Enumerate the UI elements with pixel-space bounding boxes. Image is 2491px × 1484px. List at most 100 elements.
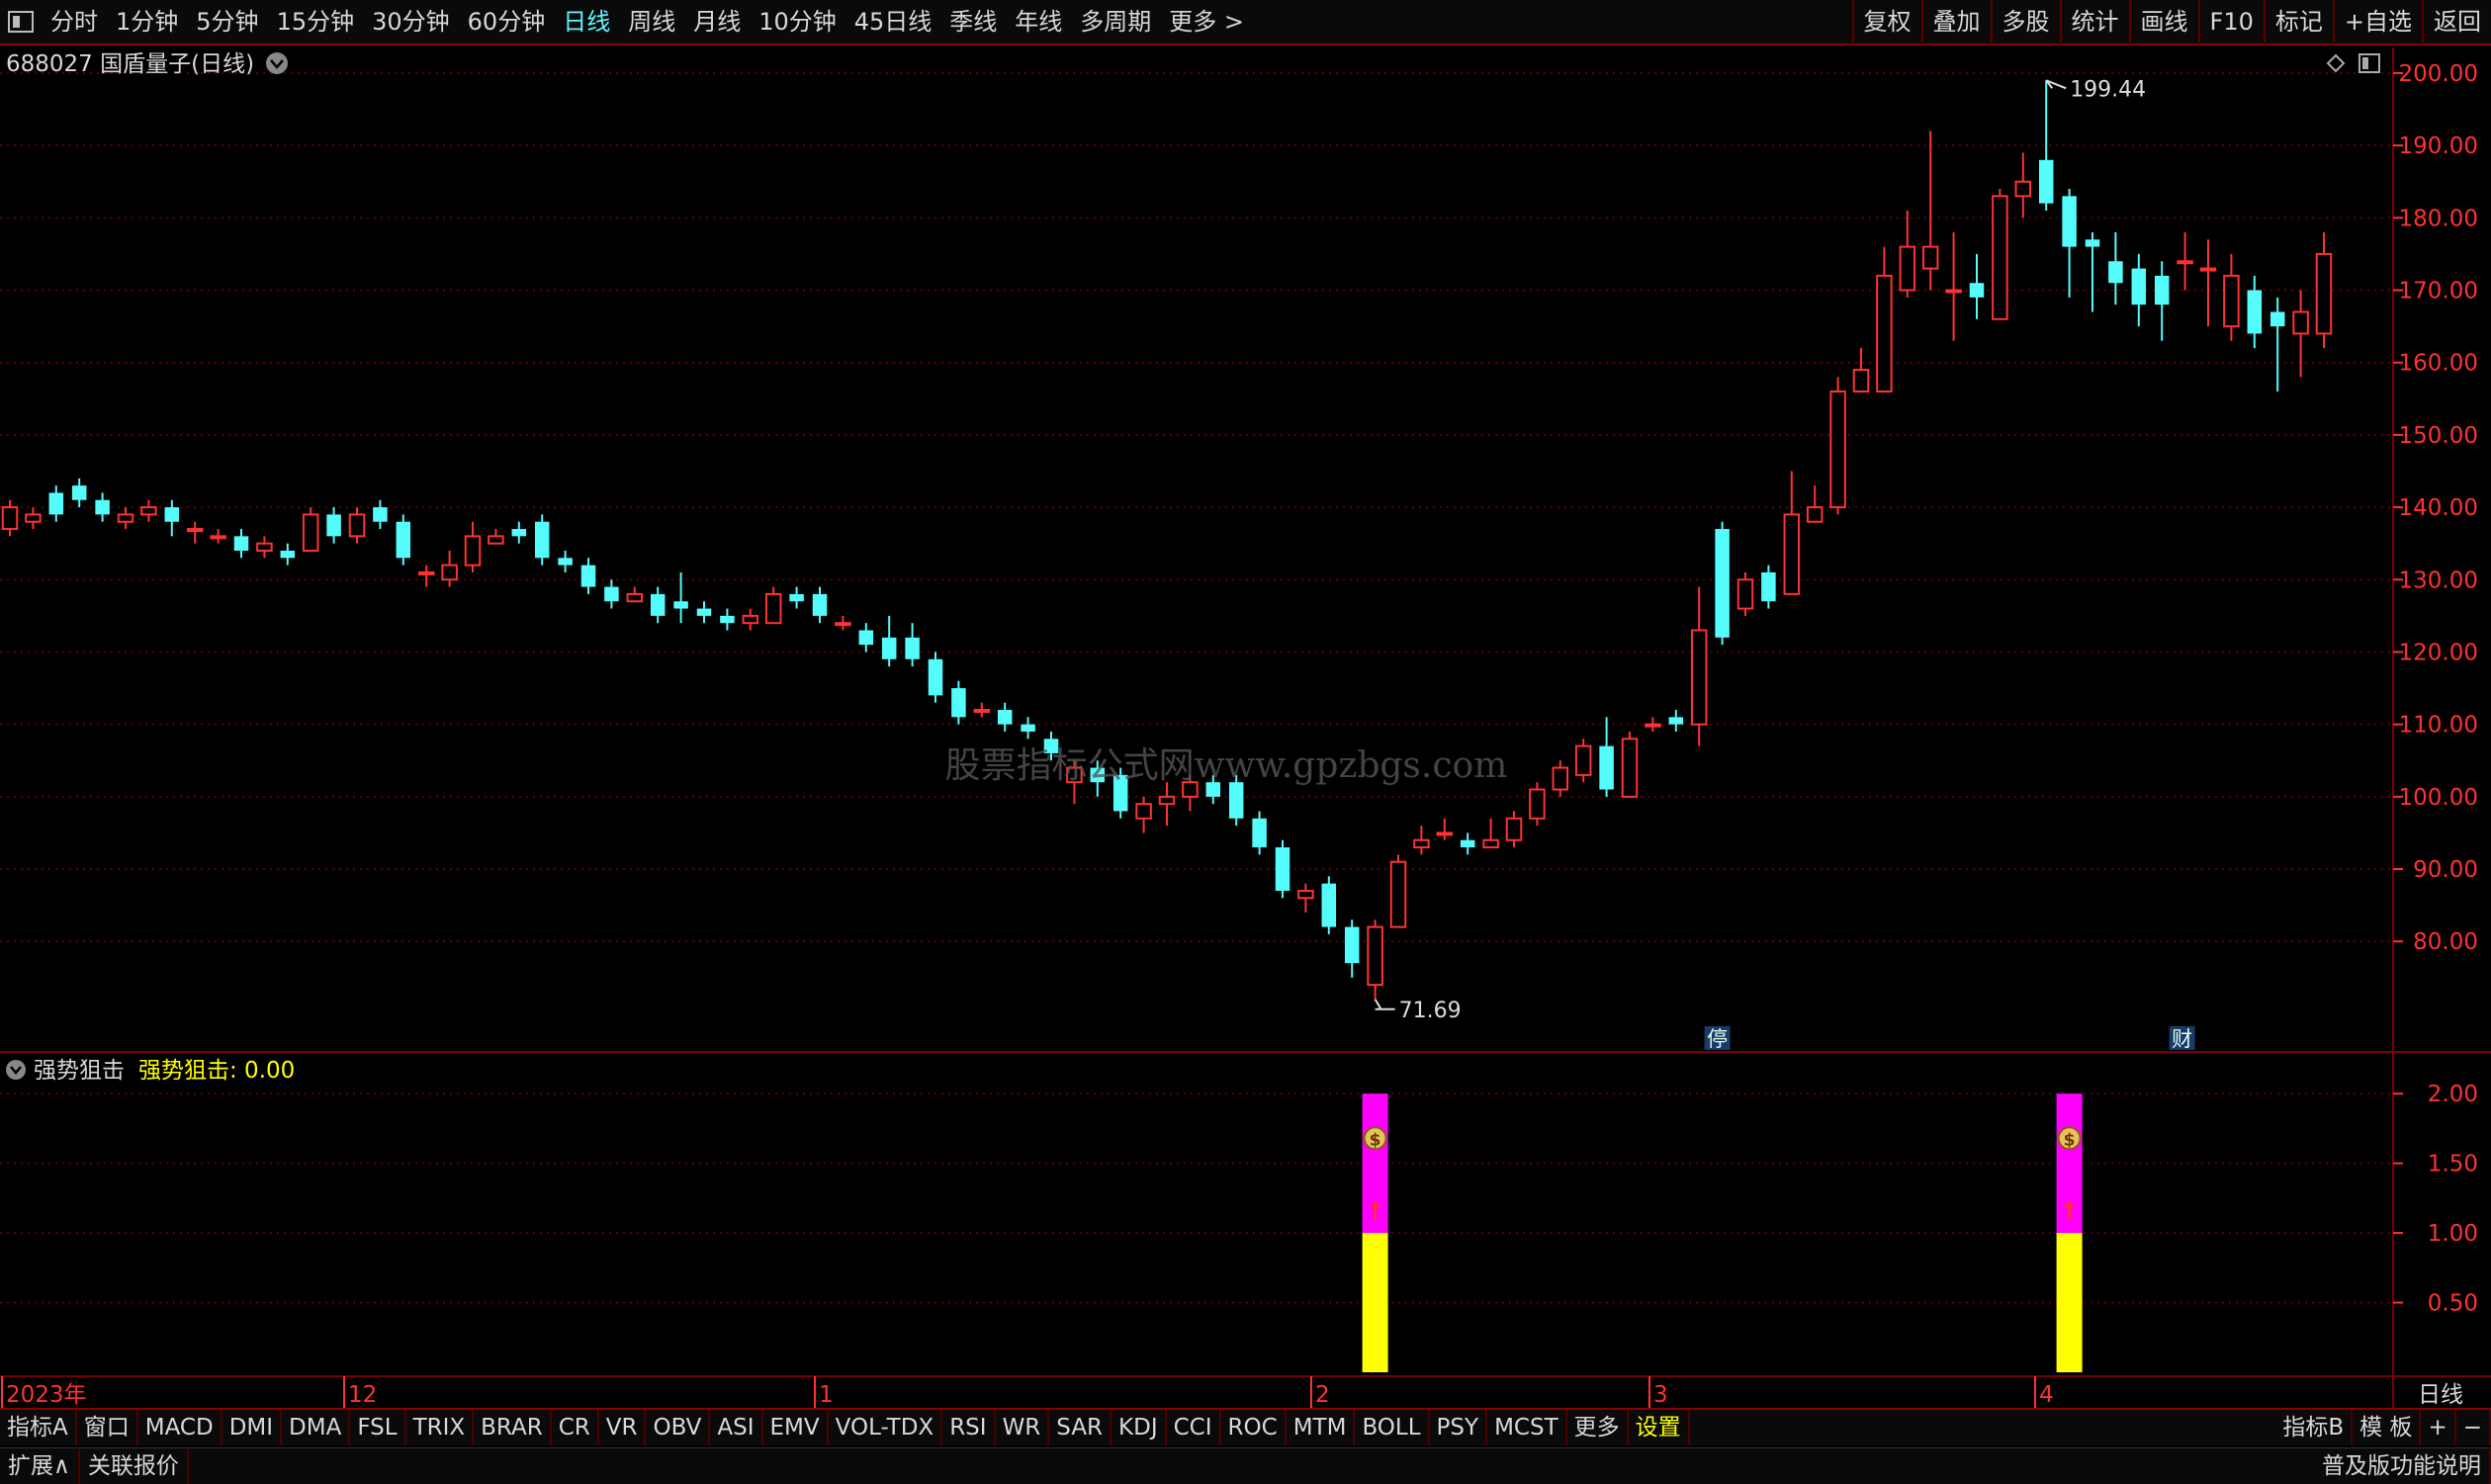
period-tab-7[interactable]: 周线 bbox=[619, 0, 684, 44]
candle-body-down bbox=[1228, 782, 1244, 819]
diamond-icon bbox=[2326, 53, 2346, 73]
toolbar-button-4[interactable]: 画线 bbox=[2128, 0, 2198, 45]
candle-body-down bbox=[1668, 717, 1684, 725]
indicator-tabs: 指标A 窗口 MACD DMI DMA FSL TRIX BRAR CR VR OBV ASI EMV V… bbox=[0, 1410, 1690, 1445]
period-tab-2[interactable]: 5分钟 bbox=[187, 0, 267, 44]
indicator-tab-4[interactable]: DMA bbox=[282, 1410, 351, 1445]
price-tick-label: 120.00 bbox=[2399, 640, 2478, 665]
price-tick-label: 160.00 bbox=[2399, 351, 2478, 377]
candle-body-up bbox=[464, 535, 482, 567]
candle-body-up bbox=[1806, 506, 1824, 523]
indicator-tab-12[interactable]: EMV bbox=[763, 1410, 829, 1445]
period-tab-8[interactable]: 月线 bbox=[684, 0, 750, 44]
indicator-value: 强势狙击: 0.00 bbox=[138, 1058, 295, 1084]
candle-body-up bbox=[1621, 738, 1639, 798]
candle-body-up bbox=[1899, 245, 1916, 292]
price-tick-label: 170.00 bbox=[2399, 279, 2478, 305]
candle-body-up bbox=[764, 592, 782, 625]
indicator-tab-9[interactable]: VR bbox=[599, 1410, 647, 1445]
candle-body-up bbox=[1158, 795, 1176, 806]
indicator-tab-right-3[interactable]: − bbox=[2456, 1410, 2491, 1445]
candle-body-up bbox=[2014, 180, 2032, 198]
price-tick-label: 100.00 bbox=[2399, 785, 2478, 811]
candle-body-down bbox=[720, 615, 735, 624]
candle-body-up bbox=[1413, 838, 1430, 849]
period-tab-0[interactable]: 分时 bbox=[42, 0, 107, 44]
candle-body-down bbox=[534, 521, 550, 559]
toolbar-button-5[interactable]: F10 bbox=[2197, 0, 2264, 45]
candle-body-down bbox=[280, 551, 296, 559]
indicator-tab-0[interactable]: 指标A bbox=[0, 1410, 77, 1445]
indicator-tab-6[interactable]: TRIX bbox=[406, 1410, 475, 1445]
candle-body-up bbox=[835, 622, 851, 627]
period-tab-1[interactable]: 1分钟 bbox=[107, 0, 187, 44]
indicator-tab-21[interactable]: BOLL bbox=[1355, 1410, 1430, 1445]
price-tick-label: 80.00 bbox=[2413, 929, 2478, 955]
indicator-tick-label: 1.00 bbox=[2428, 1221, 2478, 1247]
indicator-tab-7[interactable]: BRAR bbox=[474, 1410, 552, 1445]
candle-body-up bbox=[25, 513, 42, 523]
period-tab-10[interactable]: 45日线 bbox=[845, 0, 941, 44]
axes: 200.00190.00180.00170.00160.00150.00140.… bbox=[1, 61, 2478, 1408]
period-tab-12[interactable]: 年线 bbox=[1006, 0, 1071, 44]
candle-body-up bbox=[1992, 195, 2008, 320]
candle-body-down bbox=[951, 688, 966, 718]
indicator-tab-15[interactable]: WR bbox=[996, 1410, 1050, 1445]
indicator-tab-1[interactable]: 窗口 bbox=[77, 1410, 138, 1445]
candle-body-down bbox=[2154, 275, 2170, 306]
period-tab-9[interactable]: 10分钟 bbox=[750, 0, 845, 44]
indicator-tab-10[interactable]: OBV bbox=[646, 1410, 711, 1445]
indicator-tab-11[interactable]: ASI bbox=[710, 1410, 763, 1445]
period-tab-14[interactable]: 更多 > bbox=[1160, 0, 1253, 44]
candle-body-up bbox=[1945, 289, 1962, 294]
indicator-tab-23[interactable]: MCST bbox=[1487, 1410, 1567, 1445]
candle-body-down bbox=[95, 499, 110, 515]
price-tick-label: 180.00 bbox=[2399, 206, 2478, 231]
indicator-tab-22[interactable]: PSY bbox=[1430, 1410, 1488, 1445]
toolbar-button-3[interactable]: 统计 bbox=[2059, 0, 2129, 45]
indicator-tab-3[interactable]: DMI bbox=[222, 1410, 283, 1445]
period-tab-4[interactable]: 30分钟 bbox=[363, 0, 459, 44]
price-tick-label: 110.00 bbox=[2399, 713, 2478, 739]
help-link[interactable]: 普及版功能说明 bbox=[2314, 1448, 2491, 1484]
indicator-tab-5[interactable]: FSL bbox=[350, 1410, 406, 1445]
candle-body-down bbox=[1460, 839, 1475, 848]
indicator-tab-24[interactable]: 更多 bbox=[1567, 1410, 1629, 1445]
indicator-tab-20[interactable]: MTM bbox=[1287, 1410, 1356, 1445]
period-tab-3[interactable]: 15分钟 bbox=[268, 0, 364, 44]
indicator-tab-13[interactable]: VOL-TDX bbox=[829, 1410, 943, 1445]
indicator-tab-right-0[interactable]: 指标B bbox=[2275, 1410, 2354, 1445]
period-tab-13[interactable]: 多周期 bbox=[1071, 0, 1160, 44]
indicator-tab-right-2[interactable]: + bbox=[2421, 1410, 2456, 1445]
up-arrow-icon: ↑ bbox=[1366, 1197, 1385, 1225]
period-tab-5[interactable]: 60分钟 bbox=[459, 0, 555, 44]
toolbar-button-8[interactable]: 返回 bbox=[2422, 0, 2491, 45]
candle-body-down bbox=[881, 637, 897, 659]
candle-body-down bbox=[997, 710, 1013, 725]
toolbar-button-2[interactable]: 多股 bbox=[1990, 0, 2060, 45]
toolbar-button-0[interactable]: 复权 bbox=[1851, 0, 1921, 45]
toolbar-button-1[interactable]: 叠加 bbox=[1920, 0, 1991, 45]
indicator-tab-17[interactable]: KDJ bbox=[1112, 1410, 1167, 1445]
indicator-tab-8[interactable]: CR bbox=[552, 1410, 599, 1445]
period-tab-6[interactable]: 日线 bbox=[554, 0, 619, 44]
indicator-tab-2[interactable]: MACD bbox=[138, 1410, 222, 1445]
toolbar-button-6[interactable]: 标记 bbox=[2263, 0, 2333, 45]
candle-body-down bbox=[604, 586, 619, 602]
candle-body-down bbox=[812, 593, 828, 616]
status-button-0[interactable]: 扩展∧ bbox=[0, 1448, 80, 1484]
indicator-tab-16[interactable]: SAR bbox=[1049, 1410, 1112, 1445]
high-price-label: 199.44 bbox=[2070, 77, 2146, 102]
toolbar-button-7[interactable]: +自选 bbox=[2332, 0, 2422, 45]
status-button-1[interactable]: 关联报价 bbox=[80, 1448, 189, 1484]
indicator-tab-18[interactable]: CCI bbox=[1167, 1410, 1221, 1445]
indicator-tab-right-1[interactable]: 模 板 bbox=[2353, 1410, 2422, 1445]
period-tab-11[interactable]: 季线 bbox=[940, 0, 1006, 44]
indicator-tab-19[interactable]: ROC bbox=[1221, 1410, 1287, 1445]
candle-body-down bbox=[396, 521, 411, 559]
price-tick-label: 130.00 bbox=[2399, 567, 2478, 593]
chart-canvas[interactable]: $↑$↑ 200.00190.00180.00170.00160.00150.0… bbox=[0, 47, 2491, 1408]
indicator-tab-25[interactable]: 设置 bbox=[1629, 1410, 1690, 1445]
window-toggle-icon[interactable] bbox=[8, 11, 34, 33]
indicator-tab-14[interactable]: RSI bbox=[942, 1410, 996, 1445]
